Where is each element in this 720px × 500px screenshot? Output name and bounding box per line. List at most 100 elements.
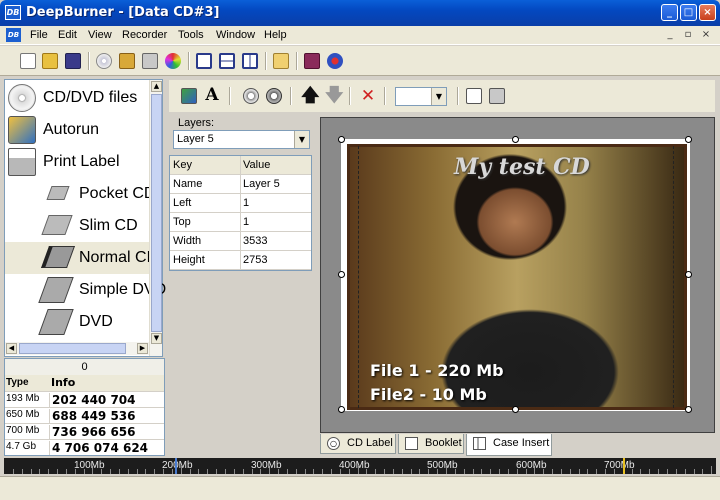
nav-horizontal-scrollbar[interactable]: ◀ ▶ (5, 342, 149, 355)
menu-tools[interactable]: Tools (178, 29, 204, 41)
chevron-down-icon[interactable]: ▼ (431, 88, 446, 105)
chevron-down-icon[interactable]: ▼ (294, 131, 309, 148)
menu-file[interactable]: File (30, 29, 48, 41)
resize-handle[interactable] (338, 136, 345, 143)
resize-handle[interactable] (685, 136, 692, 143)
tab-cd-label[interactable]: ○ CD Label (320, 434, 396, 454)
document-menu-icon[interactable]: DB (6, 28, 21, 42)
row-value[interactable]: Layer 5 (243, 178, 280, 190)
tab-booklet[interactable]: Booklet (398, 434, 464, 454)
nav-vertical-scrollbar[interactable]: ▲ ▼ (149, 80, 162, 356)
disc-icon[interactable] (96, 53, 112, 69)
table-row[interactable]: Top 1 (170, 213, 311, 232)
folder-icon[interactable] (273, 53, 289, 69)
nav-item-pocket-cd[interactable]: Pocket CD (5, 178, 155, 210)
print-icon[interactable] (489, 88, 505, 104)
tile-vertical-icon[interactable] (242, 53, 258, 69)
nav-item-cd-dvd-files[interactable]: CD/DVD files (5, 82, 150, 114)
row-value[interactable]: 3533 (243, 235, 267, 247)
add-image-icon[interactable] (181, 88, 197, 104)
nav-item-label: DVD (79, 313, 113, 330)
minimize-button[interactable]: _ (661, 4, 678, 21)
print-icon[interactable] (142, 53, 158, 69)
ruler-tick (296, 469, 297, 474)
help-icon[interactable] (327, 53, 343, 69)
nav-item-dvd[interactable]: DVD (5, 306, 150, 338)
properties-table: Key Value Name Layer 5 Left 1 Top 1 Widt… (169, 155, 312, 271)
ruler-tick (110, 469, 111, 474)
nav-item-normal-cd[interactable]: Normal CD (5, 242, 158, 274)
mdi-restore-button[interactable]: ▫ (681, 29, 695, 42)
close-button[interactable]: × (699, 4, 716, 21)
resize-handle[interactable] (685, 271, 692, 278)
maximize-button[interactable]: □ (680, 4, 697, 21)
tab-case-insert[interactable]: Case Insert (466, 434, 552, 456)
nav-item-slim-cd[interactable]: Slim CD (5, 210, 150, 242)
row-value[interactable]: 1 (243, 216, 249, 228)
label-file-line-1[interactable]: File 1 - 220 Mb (370, 361, 504, 380)
label-title-text[interactable]: My test CD (454, 154, 590, 180)
scroll-thumb[interactable] (151, 94, 162, 332)
deepburner-app-icon[interactable]: DB (5, 5, 21, 20)
row-info: 202 440 704 (49, 393, 136, 407)
ruler-label: 200Mb (162, 460, 193, 471)
tab-label: Case Insert (493, 437, 550, 449)
cover-photo-layer[interactable]: My test CD File 1 - 220 Mb File2 - 10 Mb (347, 144, 687, 410)
disc-size-header: 0 (5, 359, 164, 375)
layers-dropdown[interactable]: Layer 5 ▼ (173, 130, 310, 149)
scroll-thumb[interactable] (19, 343, 126, 354)
booklet-icon (405, 437, 418, 450)
nav-item-autorun[interactable]: Autorun (5, 114, 150, 146)
new-file-icon[interactable] (20, 53, 36, 69)
menu-help[interactable]: Help (264, 29, 287, 41)
resize-handle[interactable] (512, 406, 519, 413)
book-icon[interactable] (304, 53, 320, 69)
zoom-select[interactable]: ▼ (395, 87, 447, 106)
table-row[interactable]: Left 1 (170, 194, 311, 213)
color-disc-icon[interactable] (165, 53, 181, 69)
scroll-up-button[interactable]: ▲ (151, 81, 162, 92)
resize-handle[interactable] (338, 406, 345, 413)
row-value[interactable]: 1 (243, 197, 249, 209)
table-row[interactable]: Name Layer 5 (170, 175, 311, 194)
ruler-tick (508, 469, 509, 474)
menu-view[interactable]: View (88, 29, 112, 41)
table-row[interactable]: Width 3533 (170, 232, 311, 251)
disc-image-icon[interactable] (243, 88, 259, 104)
scroll-down-button[interactable]: ▼ (151, 333, 162, 344)
menu-recorder[interactable]: Recorder (122, 29, 167, 41)
resize-handle[interactable] (685, 406, 692, 413)
row-value[interactable]: 2753 (243, 254, 267, 266)
tile-horizontal-icon[interactable] (219, 53, 235, 69)
move-down-icon[interactable]: 🡇 (325, 87, 344, 105)
scroll-left-button[interactable]: ◀ (6, 343, 17, 354)
open-folder-icon[interactable] (42, 53, 58, 69)
nav-item-simple-dvd[interactable]: Simple DVD (5, 274, 166, 306)
ruler-tick (490, 469, 491, 474)
nav-item-label: Normal CD (79, 249, 159, 266)
scroll-right-button[interactable]: ▶ (137, 343, 148, 354)
print-preview-icon[interactable] (466, 88, 482, 104)
save-icon[interactable] (65, 53, 81, 69)
ruler-tick (649, 469, 650, 474)
disc-layer-icon[interactable] (266, 88, 282, 104)
menu-edit[interactable]: Edit (58, 29, 77, 41)
label-design-canvas[interactable]: My test CD File 1 - 220 Mb File2 - 10 Mb (320, 117, 715, 433)
resize-handle[interactable] (512, 136, 519, 143)
ruler-tick (31, 469, 32, 474)
mdi-minimize-button[interactable]: _ (663, 29, 677, 42)
cascade-icon[interactable] (196, 53, 212, 69)
nav-item-label: CD/DVD files (43, 89, 138, 106)
resize-handle[interactable] (338, 271, 345, 278)
mdi-close-button[interactable]: × (699, 29, 713, 42)
delete-icon[interactable]: ✕ (360, 87, 376, 105)
ruler-label: 100Mb (74, 460, 105, 471)
title-bar[interactable]: DB DeepBurner - [Data CD#3] _ □ × (0, 0, 720, 26)
nav-item-print-label[interactable]: Print Label (5, 146, 150, 178)
add-text-icon[interactable]: A (204, 86, 220, 104)
menu-window[interactable]: Window (216, 29, 255, 41)
image-icon[interactable] (119, 53, 135, 69)
label-file-line-2[interactable]: File2 - 10 Mb (370, 385, 487, 404)
table-row[interactable]: Height 2753 (170, 251, 311, 270)
move-up-icon[interactable]: 🡅 (301, 87, 320, 105)
